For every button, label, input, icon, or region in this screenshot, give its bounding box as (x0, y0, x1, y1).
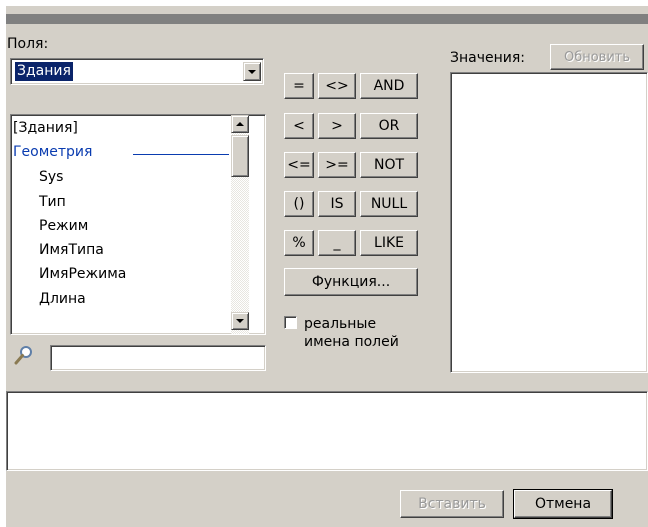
operator-null-button[interactable]: NULL (360, 191, 418, 217)
chevron-down-icon (236, 319, 244, 323)
real-names-label-line2: имена полей (304, 334, 399, 350)
list-item[interactable]: Тип (39, 194, 66, 210)
operator-not-equal-button[interactable]: <> (318, 73, 356, 99)
operator-is-button[interactable]: IS (318, 191, 356, 217)
refresh-button[interactable]: Обновить (550, 44, 644, 70)
function-button[interactable]: Функция... (284, 268, 418, 296)
combo-dropdown-button[interactable] (243, 62, 261, 81)
real-names-label: реальные имена полей (304, 315, 399, 351)
group-divider (133, 154, 229, 155)
operator-greater-equal-button[interactable]: >= (318, 152, 356, 178)
values-listbox[interactable] (450, 72, 648, 373)
operator-less-equal-button[interactable]: <= (284, 152, 314, 178)
chevron-down-icon (248, 70, 256, 74)
list-item[interactable]: Режим (39, 218, 88, 234)
chevron-up-icon (236, 122, 244, 126)
operator-percent-button[interactable]: % (284, 230, 314, 256)
list-item[interactable]: ИмяРежима (39, 266, 126, 282)
expression-textarea[interactable] (6, 391, 648, 471)
query-builder-dialog: Поля: Здания [Здания] Геометрия Sys Тип … (0, 0, 648, 527)
fields-label: Поля: (7, 36, 49, 52)
operator-less-button[interactable]: < (284, 113, 314, 139)
operator-and-button[interactable]: AND (360, 73, 418, 99)
scroll-thumb[interactable] (231, 135, 249, 177)
list-scrollbar[interactable] (231, 115, 249, 334)
fields-listbox[interactable]: [Здания] Геометрия Sys Тип Режим ИмяТипа… (10, 114, 266, 335)
operator-greater-button[interactable]: > (318, 113, 356, 139)
operator-equals-button[interactable]: = (284, 73, 314, 99)
scroll-up-button[interactable] (231, 115, 249, 133)
operator-or-button[interactable]: OR (360, 113, 418, 139)
scroll-down-button[interactable] (231, 312, 249, 330)
list-item[interactable]: ИмяТипа (39, 242, 104, 258)
search-icon (14, 344, 34, 370)
table-combobox[interactable]: Здания (10, 58, 264, 85)
operator-like-button[interactable]: LIKE (360, 230, 418, 256)
title-bar (6, 14, 648, 24)
operator-parentheses-button[interactable]: () (284, 191, 314, 217)
list-item[interactable]: [Здания] (13, 120, 78, 136)
cancel-button[interactable]: Отмена (513, 489, 613, 519)
insert-button[interactable]: Вставить (400, 490, 504, 518)
real-names-checkbox[interactable] (284, 316, 297, 329)
list-group-header[interactable]: Геометрия (13, 144, 92, 160)
list-item[interactable]: Длина (39, 291, 86, 307)
table-combo-value: Здания (15, 62, 73, 81)
operator-not-button[interactable]: NOT (360, 152, 418, 178)
values-label: Значения: (450, 50, 525, 66)
field-search-input[interactable] (50, 345, 266, 371)
operator-underscore-button[interactable]: _ (318, 230, 356, 256)
list-item[interactable]: Sys (39, 169, 63, 185)
real-names-label-line1: реальные (304, 316, 377, 332)
